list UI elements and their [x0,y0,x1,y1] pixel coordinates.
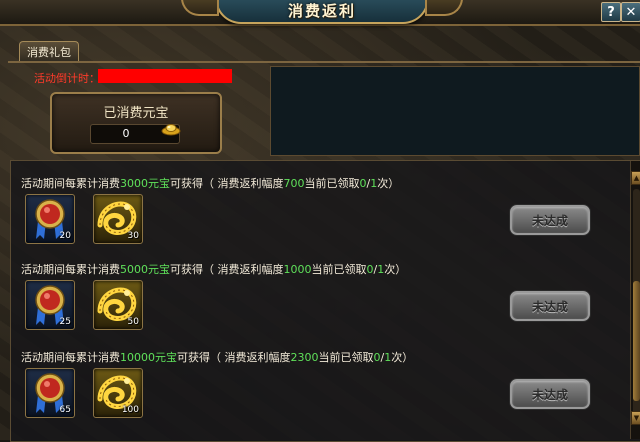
reward-claimed: 0 [373,351,381,364]
reward-claimed-text: 当前已领取 [318,351,374,364]
item-count: 30 [127,231,139,241]
reward-times: 次） [384,263,407,276]
tab-consumption-gift[interactable]: 消费礼包 [19,41,79,62]
scroll-down-arrow-icon[interactable]: ▼ [631,411,640,425]
status-not-reached-button[interactable]: 未达成 [510,379,590,409]
reward-prefix: 活动期间每累计消费 [21,263,120,276]
item-count: 50 [127,317,139,327]
item-count: 25 [59,317,71,327]
reward-suffix: 可获得（ 消费返利幅度 [177,351,291,364]
reward-suffix: 可获得（ 消费返利幅度 [170,177,284,190]
reward-prefix: 活动期间每累计消费 [21,177,120,190]
scrollbar[interactable]: ▲ ▼ [630,161,640,439]
reward-times: 次） [377,177,400,190]
status-not-reached-button[interactable]: 未达成 [510,205,590,235]
info-panel [270,66,640,156]
reward-unit: 元宝 [148,177,170,190]
reward-row: 活动期间每累计消费10000元宝可获得（ 消费返利幅度2300当前已领取0/1次… [11,335,616,423]
reward-amount: 10000 [120,351,155,364]
reward-claimed: 0 [366,263,374,276]
reward-row: 活动期间每累计消费5000元宝可获得（ 消费返利幅度1000当前已领取0/1次）… [11,247,616,335]
reward-claimed-text: 当前已领取 [304,177,360,190]
reward-unit: 元宝 [148,263,170,276]
reward-prefix: 活动期间每累计消费 [21,351,120,364]
reward-list: 活动期间每累计消费3000元宝可获得（ 消费返利幅度700当前已领取0/1次） … [10,160,640,442]
reward-times: 次） [391,351,414,364]
reward-item-slot[interactable]: 25 [25,280,75,330]
countdown-label: 活动倒计时： [34,72,100,85]
item-count: 20 [59,231,71,241]
spent-ingots-value: 0 [122,127,130,140]
reward-item-slot[interactable]: 100 [93,368,143,418]
close-button[interactable]: ✕ [621,2,640,22]
reward-unit: 元宝 [155,351,177,364]
reward-rebate: 700 [283,177,305,190]
reward-item-slot[interactable]: 65 [25,368,75,418]
reward-rebate: 1000 [283,263,312,276]
title-plate: 消费返利 [181,0,463,24]
reward-description: 活动期间每累计消费3000元宝可获得（ 消费返利幅度700当前已领取0/1次） [21,175,399,191]
reward-description: 活动期间每累计消费10000元宝可获得（ 消费返利幅度2300当前已领取0/1次… [21,349,413,365]
scroll-up-arrow-icon[interactable]: ▲ [631,171,640,185]
reward-description: 活动期间每累计消费5000元宝可获得（ 消费返利幅度1000当前已领取0/1次） [21,261,406,277]
tab-divider [8,61,640,63]
scroll-thumb[interactable] [633,281,640,401]
reward-row: 活动期间每累计消费3000元宝可获得（ 消费返利幅度700当前已领取0/1次） … [11,161,616,249]
reward-suffix: 可获得（ 消费返利幅度 [170,263,284,276]
spent-ingots-panel: 已消费元宝 0 [50,92,222,154]
item-count: 65 [59,405,71,415]
reward-claimed-text: 当前已领取 [311,263,367,276]
reward-item-slot[interactable]: 50 [93,280,143,330]
reward-item-slot[interactable]: 20 [25,194,75,244]
gold-ingot-icon [161,124,181,136]
reward-item-slot[interactable]: 30 [93,194,143,244]
help-button[interactable]: ? [601,2,621,22]
reward-amount: 3000 [120,177,148,190]
reward-rebate: 2300 [290,351,319,364]
reward-amount: 5000 [120,263,148,276]
window-title: 消费返利 [287,2,356,20]
item-count: 100 [121,405,139,415]
reward-claimed: 0 [359,177,367,190]
countdown-value-redacted: ██████████ [98,69,232,83]
status-not-reached-button[interactable]: 未达成 [510,291,590,321]
spent-ingots-title: 已消费元宝 [103,106,169,121]
